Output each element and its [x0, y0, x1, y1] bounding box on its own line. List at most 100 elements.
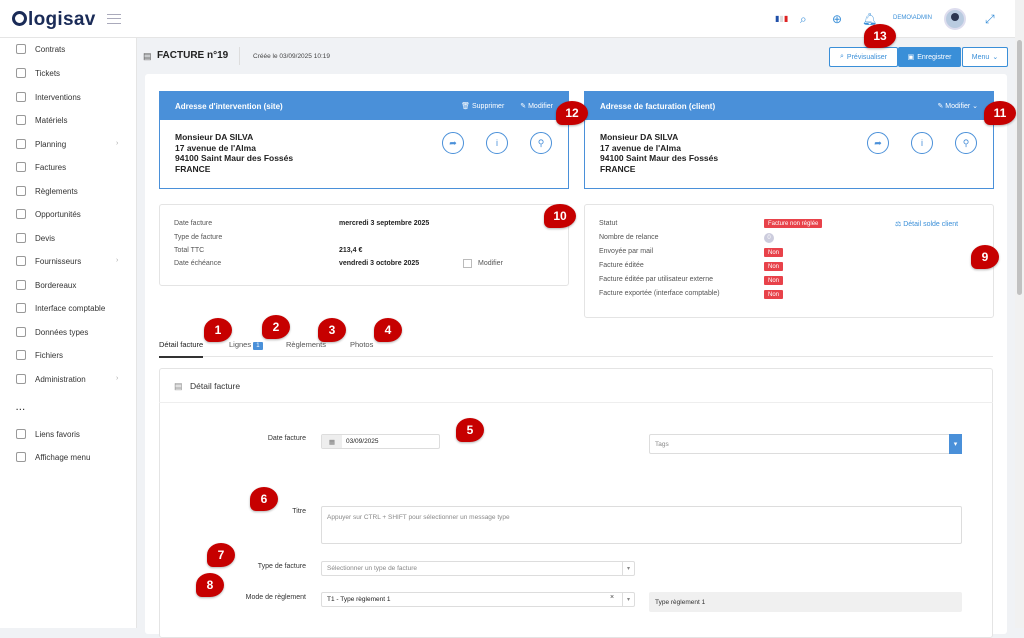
search-icon: ⌕ — [840, 53, 844, 60]
add-icon[interactable]: ⊕ — [832, 12, 842, 26]
sidebar-item-contrats[interactable]: Contrats — [16, 44, 65, 54]
calendar-icon — [16, 139, 26, 149]
logo-mark-icon — [12, 11, 27, 26]
save-button[interactable]: ▣ Enregistrer — [898, 47, 961, 67]
callout-marker: 13 — [864, 24, 896, 48]
chevron-down-icon: ⌄ — [992, 54, 999, 61]
tab-photos[interactable]: Photos — [350, 340, 373, 349]
status-badge: Facture non réglée — [764, 219, 823, 228]
type-facture-select[interactable]: Sélectionner un type de facture — [321, 561, 635, 576]
balance-link[interactable]: ⚖ Détail solde client — [895, 220, 958, 228]
calendar-icon: ▦ — [322, 435, 342, 448]
chevron-down-icon: ⌄ — [970, 103, 978, 110]
chevron-down-icon[interactable]: ▾ — [622, 562, 634, 575]
avatar[interactable] — [944, 8, 966, 30]
contract-icon — [16, 44, 26, 54]
cube-icon — [16, 115, 26, 125]
callout-marker: 1 — [204, 318, 232, 342]
billing-address-text: Monsieur DA SILVA 17 avenue de l'Alma 94… — [600, 132, 719, 174]
status-row-badge: Non — [764, 276, 784, 285]
section-divider — [159, 402, 993, 403]
sidebar-item-bordereaux[interactable]: Bordereaux — [16, 280, 76, 290]
scrollbar-thumb[interactable] — [1017, 40, 1022, 295]
tab-detail-facture[interactable]: Détail facture — [159, 340, 204, 358]
chevron-right-icon: › — [116, 140, 119, 147]
file-icon — [16, 350, 26, 360]
sidebar-item-administration[interactable]: Administration — [16, 374, 86, 384]
sidebar-item-factures[interactable]: Factures — [16, 162, 66, 172]
sidebar-item-fournisseurs[interactable]: Fournisseurs — [16, 256, 81, 266]
status-row-badge: Non — [764, 290, 784, 299]
title-textarea[interactable]: Appuyer sur CTRL + SHIFT pour sélectionn… — [321, 506, 962, 544]
map-pin-icon[interactable]: ⚲ — [955, 132, 977, 154]
site-address-card: Adresse d'intervention (site) 🗑︎ Supprim… — [159, 91, 569, 189]
flag-fr-icon[interactable]: ▮▮▮ — [775, 14, 788, 23]
delete-site-button[interactable]: 🗑︎ Supprimer — [461, 102, 504, 110]
menu-button[interactable]: Menu ⌄ — [962, 47, 1008, 67]
search-icon[interactable]: ⌕ — [800, 12, 807, 27]
clear-icon[interactable]: × — [610, 594, 614, 601]
page-title: FACTURE n°19 — [157, 50, 229, 61]
sidebar-item-liens-favoris[interactable]: Liens favoris — [16, 429, 80, 439]
sidebar-item-fichiers[interactable]: Fichiers — [16, 350, 63, 360]
slip-icon — [16, 280, 26, 290]
share-icon[interactable]: ➦ — [867, 132, 889, 154]
payment-mode-select[interactable]: T1 - Type règlement 1 — [321, 592, 635, 607]
share-icon[interactable]: ➦ — [442, 132, 464, 154]
sidebar-item-devis[interactable]: Devis — [16, 233, 55, 243]
map-pin-icon[interactable]: ⚲ — [530, 132, 552, 154]
invoice-icon: ▤ — [143, 51, 152, 61]
status-row-label: Envoyée par mail — [599, 248, 654, 255]
billing-address-header: Adresse de facturation (client) ✎ Modifi… — [585, 92, 993, 120]
callout-marker: 9 — [971, 245, 999, 269]
save-icon: ▣ — [907, 54, 915, 61]
link-icon — [16, 429, 26, 439]
date-input[interactable]: ▦ 03/09/2025 — [321, 434, 440, 449]
menu-toggle-icon[interactable] — [107, 14, 121, 24]
sidebar-item-donnees-types[interactable]: Données types — [16, 327, 88, 337]
tags-select[interactable]: Tags — [649, 434, 962, 454]
tab-reglements[interactable]: Règlements — [286, 340, 326, 349]
tags-dropdown-icon[interactable]: ▾ — [949, 434, 962, 454]
tab-lignes[interactable]: Lignes 1 — [229, 340, 263, 350]
callout-marker: 6 — [250, 487, 278, 511]
due-date-value: vendredi 3 octobre 2025 — [339, 260, 420, 267]
sidebar-item-tickets[interactable]: Tickets — [16, 68, 60, 78]
info-icon[interactable]: i — [486, 132, 508, 154]
logo[interactable]: logisav — [12, 9, 96, 31]
user-name[interactable]: DEMO\ADMIN — [893, 15, 932, 21]
due-date-label: Date échéance — [174, 260, 222, 267]
header-divider — [239, 47, 240, 65]
expand-icon[interactable]: ⤢ — [985, 12, 995, 27]
edit-site-button[interactable]: ✎ Modifier — [520, 102, 553, 110]
trash-icon: 🗑︎ — [461, 103, 472, 110]
edit-billing-button[interactable]: ✎ Modifier ⌄ — [937, 102, 978, 110]
sidebar-item-interventions[interactable]: Interventions — [16, 92, 81, 102]
preview-button[interactable]: ⌕ Prévisualiser — [829, 47, 898, 67]
due-date-edit-checkbox[interactable] — [463, 259, 472, 268]
site-address-header: Adresse d'intervention (site) 🗑︎ Supprim… — [160, 92, 568, 120]
payment-mode-label: Mode de règlement — [245, 594, 306, 601]
status-row-label: Facture éditée par utilisateur externe — [599, 276, 714, 283]
page-scrollbar[interactable] — [1015, 0, 1024, 628]
sidebar-item-interface-comptable[interactable]: Interface comptable — [16, 303, 105, 313]
sidebar-item-reglements[interactable]: Règlements — [16, 186, 78, 196]
info-icon[interactable]: i — [911, 132, 933, 154]
chevron-down-icon[interactable]: ▾ — [622, 593, 634, 606]
due-date-edit-label: Modifier — [478, 260, 503, 267]
sidebar-more[interactable]: ... — [16, 403, 26, 412]
sidebar-item-affichage-menu[interactable]: Affichage menu — [16, 452, 90, 462]
reminders-count: 0 — [764, 233, 774, 243]
quote-icon — [16, 233, 26, 243]
chevron-right-icon: › — [116, 257, 119, 264]
sidebar-item-materiels[interactable]: Matériels — [16, 115, 67, 125]
total-value: 213,4 € — [339, 247, 363, 254]
sidebar-item-planning[interactable]: Planning — [16, 139, 66, 149]
sidebar-item-opportunites[interactable]: Opportunités — [16, 209, 81, 219]
callout-marker: 11 — [984, 101, 1016, 125]
scale-icon: ⚖ — [895, 221, 904, 228]
payment-icon — [16, 186, 26, 196]
reminders-label: Nombre de relance — [599, 234, 659, 241]
callout-marker: 12 — [556, 101, 588, 125]
pencil-icon: ✎ — [520, 103, 529, 110]
